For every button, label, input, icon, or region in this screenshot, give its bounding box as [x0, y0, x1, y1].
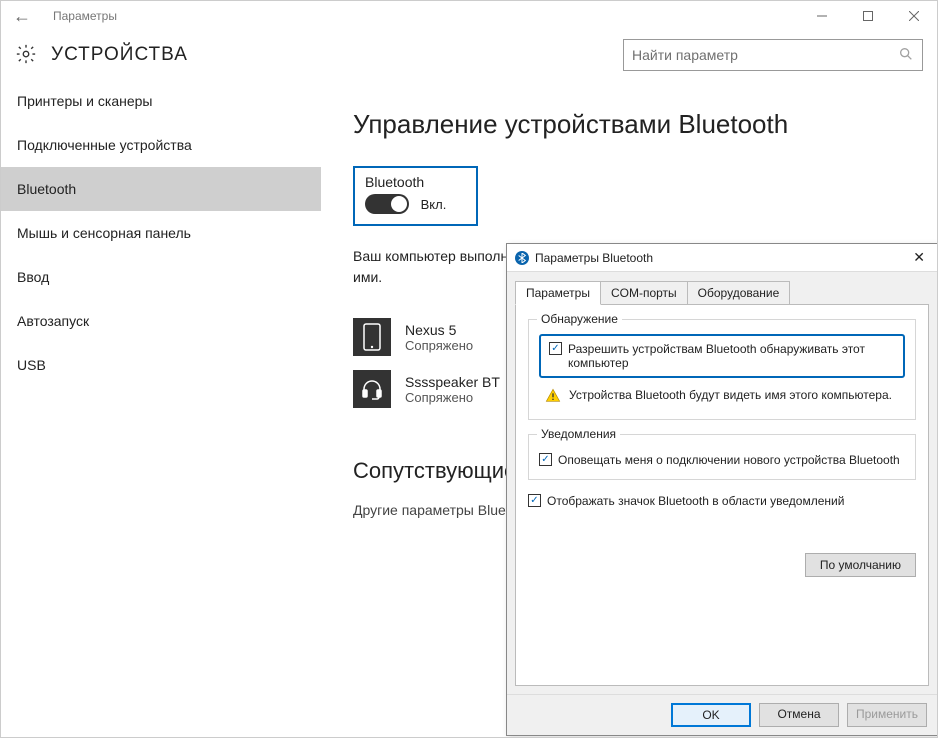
device-status: Сопряжено	[405, 390, 500, 405]
page-title: УСТРОЙСТВА	[51, 44, 188, 66]
headset-icon	[353, 370, 391, 408]
search-icon	[898, 46, 914, 65]
sidebar-item-mouse-touchpad[interactable]: Мышь и сенсорная панель	[1, 211, 321, 255]
sidebar-item-typing[interactable]: Ввод	[1, 255, 321, 299]
bluetooth-icon	[515, 251, 529, 265]
search-input[interactable]: Найти параметр	[623, 39, 923, 71]
sidebar-item-autoplay[interactable]: Автозапуск	[1, 299, 321, 343]
dialog-title: Параметры Bluetooth	[535, 251, 653, 265]
close-button[interactable]	[891, 1, 937, 31]
tab-hardware[interactable]: Оборудование	[687, 281, 791, 305]
dialog-close-button[interactable]: ✕	[909, 249, 929, 266]
warning-icon	[545, 388, 561, 407]
bluetooth-toggle-group: Bluetooth Вкл.	[353, 166, 478, 226]
device-name: Sssspeaker BT	[405, 374, 500, 390]
search-placeholder: Найти параметр	[632, 47, 898, 63]
tray-icon-checkbox[interactable]	[528, 494, 541, 507]
apply-button[interactable]: Применить	[847, 703, 927, 727]
allow-discovery-label: Разрешить устройствам Bluetooth обнаружи…	[568, 342, 895, 370]
notify-new-device-label: Оповещать меня о подключении нового устр…	[558, 453, 900, 467]
header: УСТРОЙСТВА Найти параметр	[1, 31, 937, 79]
restore-defaults-button[interactable]: По умолчанию	[805, 553, 916, 577]
tab-com-ports[interactable]: COM-порты	[600, 281, 688, 305]
dialog-tabs: Параметры COM-порты Оборудование	[515, 280, 929, 304]
notifications-legend: Уведомления	[537, 427, 620, 441]
ok-button[interactable]: OK	[671, 703, 751, 727]
dialog-titlebar[interactable]: Параметры Bluetooth ✕	[507, 244, 937, 272]
cancel-button[interactable]: Отмена	[759, 703, 839, 727]
discovery-group: Обнаружение Разрешить устройствам Blueto…	[528, 319, 916, 420]
allow-discovery-checkbox[interactable]	[549, 342, 562, 355]
bluetooth-toggle[interactable]	[365, 194, 409, 214]
sidebar-item-connected-devices[interactable]: Подключенные устройства	[1, 123, 321, 167]
gear-icon	[15, 43, 37, 68]
device-name: Nexus 5	[405, 322, 473, 338]
notify-new-device-row[interactable]: Оповещать меня о подключении нового устр…	[539, 453, 905, 467]
tab-parameters[interactable]: Параметры	[515, 281, 601, 305]
discovery-warning-text: Устройства Bluetooth будут видеть имя эт…	[569, 388, 892, 407]
bluetooth-toggle-label: Bluetooth	[365, 174, 446, 190]
phone-icon	[353, 318, 391, 356]
notify-new-device-checkbox[interactable]	[539, 453, 552, 466]
sidebar-item-printers[interactable]: Принтеры и сканеры	[1, 79, 321, 123]
minimize-button[interactable]	[799, 1, 845, 31]
maximize-button[interactable]	[845, 1, 891, 31]
device-status: Сопряжено	[405, 338, 473, 353]
content-heading: Управление устройствами Bluetooth	[353, 109, 905, 140]
notifications-group: Уведомления Оповещать меня о подключении…	[528, 434, 916, 480]
sidebar-item-bluetooth[interactable]: Bluetooth	[1, 167, 321, 211]
dialog-buttons: OK Отмена Применить	[507, 694, 937, 735]
tray-icon-row[interactable]: Отображать значок Bluetooth в области ув…	[528, 494, 916, 508]
tab-panel-parameters: Обнаружение Разрешить устройствам Blueto…	[515, 304, 929, 686]
tray-icon-label: Отображать значок Bluetooth в области ув…	[547, 494, 844, 508]
allow-discovery-row[interactable]: Разрешить устройствам Bluetooth обнаружи…	[539, 334, 905, 378]
back-button[interactable]: ←	[7, 6, 37, 27]
sidebar: Принтеры и сканеры Подключенные устройст…	[1, 79, 321, 737]
bluetooth-toggle-state: Вкл.	[421, 197, 447, 212]
window-title: Параметры	[53, 9, 117, 23]
bluetooth-settings-dialog: Параметры Bluetooth ✕ Параметры COM-порт…	[506, 243, 938, 736]
sidebar-item-usb[interactable]: USB	[1, 343, 321, 387]
discovery-legend: Обнаружение	[537, 312, 622, 326]
titlebar: ← Параметры	[1, 1, 937, 31]
